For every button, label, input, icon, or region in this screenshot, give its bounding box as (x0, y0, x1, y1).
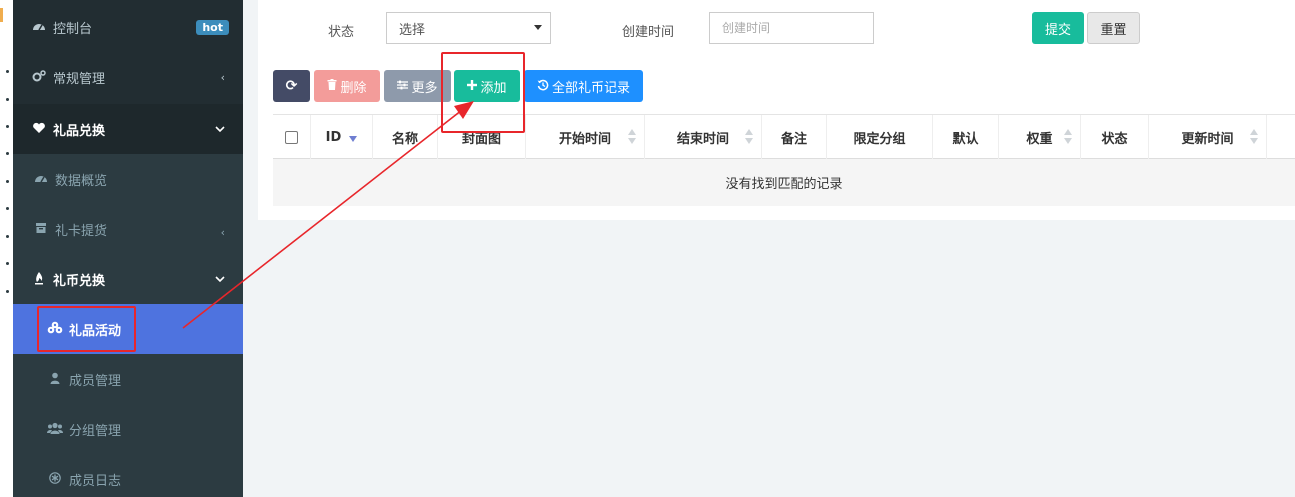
heart-icon (31, 122, 47, 137)
all-coin-records-label: 全部礼币记录 (551, 80, 630, 96)
delete-button[interactable]: 删除 (314, 70, 380, 102)
column-status: 状态 (1081, 115, 1149, 159)
sidebar-item-label: 礼币兑换 (53, 273, 106, 289)
sort-icon (1250, 129, 1258, 145)
edge-dot (6, 180, 9, 183)
delete-label: 删除 (340, 80, 367, 96)
user-icon (47, 372, 63, 387)
select-all-cell (273, 115, 311, 159)
status-select-value: 选择 (399, 23, 426, 38)
edge-dot (6, 152, 9, 155)
reset-button[interactable]: 重置 (1087, 12, 1140, 44)
sidebar-item-label: 数据概览 (55, 173, 108, 189)
status-label: 状态 (328, 25, 355, 40)
more-label: 更多 (411, 80, 438, 96)
cogs-icon (31, 69, 47, 85)
column-header-label: 限定分组 (853, 131, 906, 147)
chevron-down-icon (215, 273, 225, 286)
edge-dot (6, 290, 9, 293)
column-header-label: 结束时间 (676, 131, 729, 147)
sidebar-item-members[interactable]: 成员管理 (13, 354, 243, 404)
sidebar-item-groups[interactable]: 分组管理 (13, 404, 243, 454)
sort-desc-icon (349, 136, 358, 142)
edge-dot (6, 70, 9, 73)
sidebar-item-gift-exchange[interactable]: 礼品兑换 (13, 104, 243, 154)
sidebar-item-label: 成员日志 (69, 473, 122, 489)
hot-badge: hot (196, 19, 229, 35)
edge-strip (0, 0, 13, 497)
sort-icon (628, 129, 636, 145)
sidebar-item-general[interactable]: 常规管理 ‹ (13, 52, 243, 102)
table-header: ID 名称 封面图 开始时间 结束时间 备注 限定分组 默认 权重 状态 更新时… (273, 115, 1295, 159)
archive-icon (33, 222, 49, 237)
data-table: ID 名称 封面图 开始时间 结束时间 备注 限定分组 默认 权重 状态 更新时… (273, 114, 1295, 206)
history-icon (537, 79, 549, 94)
content-panel: 状态 选择 创建时间 提交 重置 ⟳ 删除 更多 添加 全部礼币记录 (258, 0, 1295, 220)
edge-dot (6, 207, 9, 210)
sidebar-item-data-overview[interactable]: 数据概览 (13, 154, 243, 204)
column-remark: 备注 (762, 115, 827, 159)
table-empty-row: 没有找到匹配的记录 (273, 159, 1295, 206)
sidebar-item-dashboard[interactable]: 控制台 hot (13, 2, 243, 52)
sliders-icon (397, 79, 409, 93)
users-icon (47, 422, 63, 437)
column-header-label: ID (325, 129, 342, 145)
chevron-left-icon: ‹ (220, 70, 225, 84)
sidebar: 控制台 hot 常规管理 ‹ 礼品兑换 数据概览 礼卡提货 ‹ 礼币兑换 礼品活… (13, 0, 243, 497)
column-start-time[interactable]: 开始时间 (526, 115, 645, 159)
column-header-label: 状态 (1101, 131, 1128, 147)
annotation-box-add (441, 52, 525, 133)
column-header-label: 更新时间 (1181, 131, 1234, 147)
created-time-input[interactable] (709, 12, 874, 44)
column-name: 名称 (373, 115, 438, 159)
column-header-label: 默认 (952, 131, 979, 147)
refresh-icon: ⟳ (285, 78, 298, 94)
column-default: 默认 (933, 115, 999, 159)
sidebar-item-coin-exchange[interactable]: 礼币兑换 (13, 254, 243, 304)
annotation-box-gift-activity (37, 306, 136, 352)
sort-icon (1064, 129, 1072, 145)
column-id[interactable]: ID (311, 115, 373, 159)
select-all-checkbox[interactable] (285, 130, 298, 144)
column-header-label: 权重 (1026, 131, 1053, 147)
column-end-time[interactable]: 结束时间 (645, 115, 762, 159)
sidebar-item-label: 控制台 (53, 21, 93, 37)
dashboard-icon (33, 172, 49, 187)
all-coin-records-button[interactable]: 全部礼币记录 (524, 70, 643, 102)
edge-dot (6, 262, 9, 265)
sidebar-item-label: 礼卡提货 (55, 223, 108, 239)
submit-button[interactable]: 提交 (1032, 12, 1084, 44)
empty-message: 没有找到匹配的记录 (725, 177, 843, 192)
sidebar-item-label: 分组管理 (69, 423, 122, 439)
sidebar-item-label: 成员管理 (69, 373, 122, 389)
chevron-down-icon (215, 123, 225, 136)
column-updated-time[interactable]: 更新时间 (1149, 115, 1267, 159)
edge-dot (6, 98, 9, 101)
trash-icon (327, 79, 337, 93)
column-header-label: 备注 (780, 131, 807, 147)
fire-icon (31, 271, 47, 288)
column-header-label: 开始时间 (558, 131, 611, 147)
sidebar-item-label: 礼品兑换 (53, 123, 106, 139)
dashboard-icon (31, 20, 47, 35)
refresh-button[interactable]: ⟳ (273, 70, 310, 102)
asterisk-icon (47, 471, 63, 487)
column-group: 限定分组 (827, 115, 933, 159)
sort-icon (745, 129, 753, 145)
sidebar-item-gift-card[interactable]: 礼卡提货 ‹ (13, 204, 243, 254)
sidebar-item-label: 常规管理 (53, 71, 106, 87)
sidebar-item-member-log[interactable]: 成员日志 (13, 454, 243, 497)
chevron-down-icon (534, 25, 542, 30)
created-time-label: 创建时间 (622, 25, 675, 40)
edge-nub (0, 8, 3, 22)
edge-dot (6, 235, 9, 238)
column-header-label: 名称 (391, 131, 418, 147)
column-weight[interactable]: 权重 (999, 115, 1081, 159)
status-select[interactable]: 选择 (386, 12, 551, 44)
edge-dot (6, 125, 9, 128)
chevron-left-icon: ‹ (220, 226, 225, 239)
